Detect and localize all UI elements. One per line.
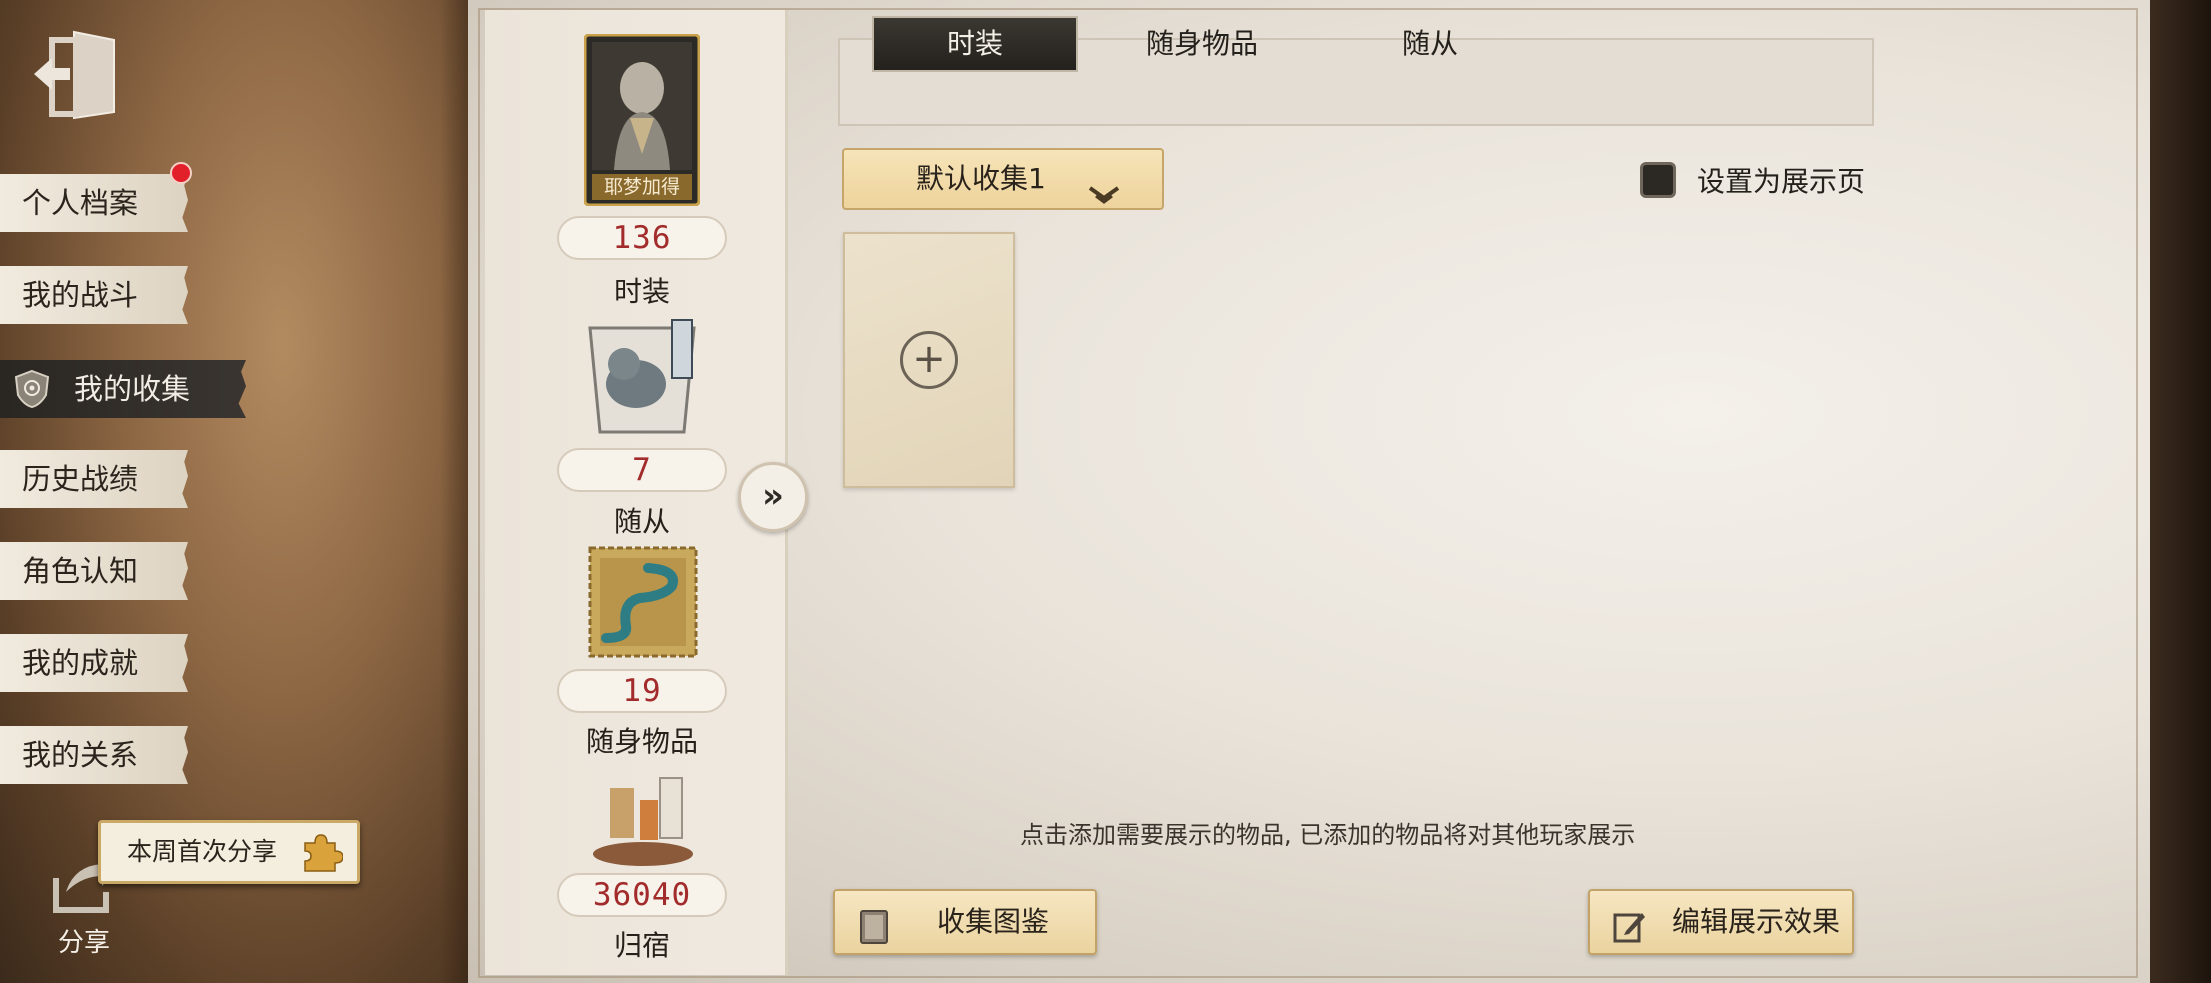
- sidebar-item-label: 我的收集: [74, 372, 191, 406]
- sidebar-item-label: 我的关系: [22, 738, 139, 772]
- edit-showcase-label: 编辑展示效果: [1672, 905, 1841, 938]
- collection-select[interactable]: 默认收集1: [842, 148, 1164, 210]
- sidebar-item-relations[interactable]: 我的关系: [0, 726, 188, 784]
- exit-icon[interactable]: [30, 26, 122, 122]
- home-thumb[interactable]: [590, 772, 696, 868]
- item-label: 随身物品: [585, 725, 698, 758]
- share-tip-text: 本周首次分享: [127, 837, 278, 866]
- collection-select-value: 默认收集1: [916, 162, 1046, 195]
- sidebar-item-label: 我的战斗: [22, 278, 139, 312]
- sidebar-item-label: 个人档案: [22, 186, 139, 220]
- sidebar-item-history[interactable]: 历史战绩: [0, 450, 188, 508]
- follower-count: 7: [557, 448, 727, 492]
- share-label[interactable]: 分享: [58, 922, 110, 959]
- tab-items[interactable]: 随身物品: [1099, 16, 1305, 72]
- sidebar-item-achievements[interactable]: 我的成就: [0, 634, 188, 692]
- costume-card-caption: 耶梦加得: [603, 176, 680, 198]
- double-chevron-right-icon: »: [762, 476, 784, 516]
- plus-icon: +: [900, 331, 958, 389]
- sidebar-item-label: 历史战绩: [22, 462, 139, 496]
- costume-count: 136: [557, 216, 727, 260]
- puzzle-icon: [299, 831, 344, 875]
- share-tooltip[interactable]: 本周首次分享: [98, 820, 360, 884]
- sidebar-item-profile[interactable]: 个人档案: [0, 174, 188, 232]
- follower-label: 随从: [613, 505, 670, 538]
- hint-text: 点击添加需要展示的物品, 已添加的物品将对其他玩家展示: [1020, 821, 1636, 849]
- add-item-slot[interactable]: +: [843, 232, 1015, 488]
- sidebar-item-label: 角色认知: [22, 554, 139, 588]
- sidebar-item-label: 我的成就: [22, 646, 139, 680]
- emblem-icon: [12, 369, 52, 409]
- chevron-down-icon: [1088, 168, 1120, 204]
- item-count: 19: [557, 669, 727, 713]
- showcase-checkbox[interactable]: [1640, 162, 1676, 198]
- book-icon: [857, 905, 891, 944]
- gallery-button[interactable]: 收集图鉴: [833, 889, 1097, 955]
- gallery-button-label: 收集图鉴: [937, 905, 1050, 938]
- expand-button[interactable]: »: [738, 462, 808, 532]
- sidebar-item-collection[interactable]: 我的收集: [0, 360, 246, 418]
- tab-followers[interactable]: 随从: [1327, 16, 1533, 72]
- edit-showcase-button[interactable]: 编辑展示效果: [1588, 889, 1854, 955]
- costume-label: 时装: [613, 275, 670, 308]
- showcase-label[interactable]: 设置为展示页: [1697, 160, 1865, 200]
- item-thumb[interactable]: [588, 546, 698, 658]
- edit-icon: [1612, 905, 1646, 943]
- home-score: 36040: [557, 873, 727, 917]
- sidebar-item-character[interactable]: 角色认知: [0, 542, 188, 600]
- costume-card-thumb[interactable]: 耶梦加得: [583, 33, 701, 207]
- follower-thumb[interactable]: [580, 314, 704, 436]
- tab-costume[interactable]: 时装: [872, 16, 1078, 72]
- notification-dot: [170, 162, 192, 184]
- home-label: 归宿: [613, 929, 670, 962]
- board-right-edge: [2150, 0, 2211, 983]
- sidebar-item-battles[interactable]: 我的战斗: [0, 266, 188, 324]
